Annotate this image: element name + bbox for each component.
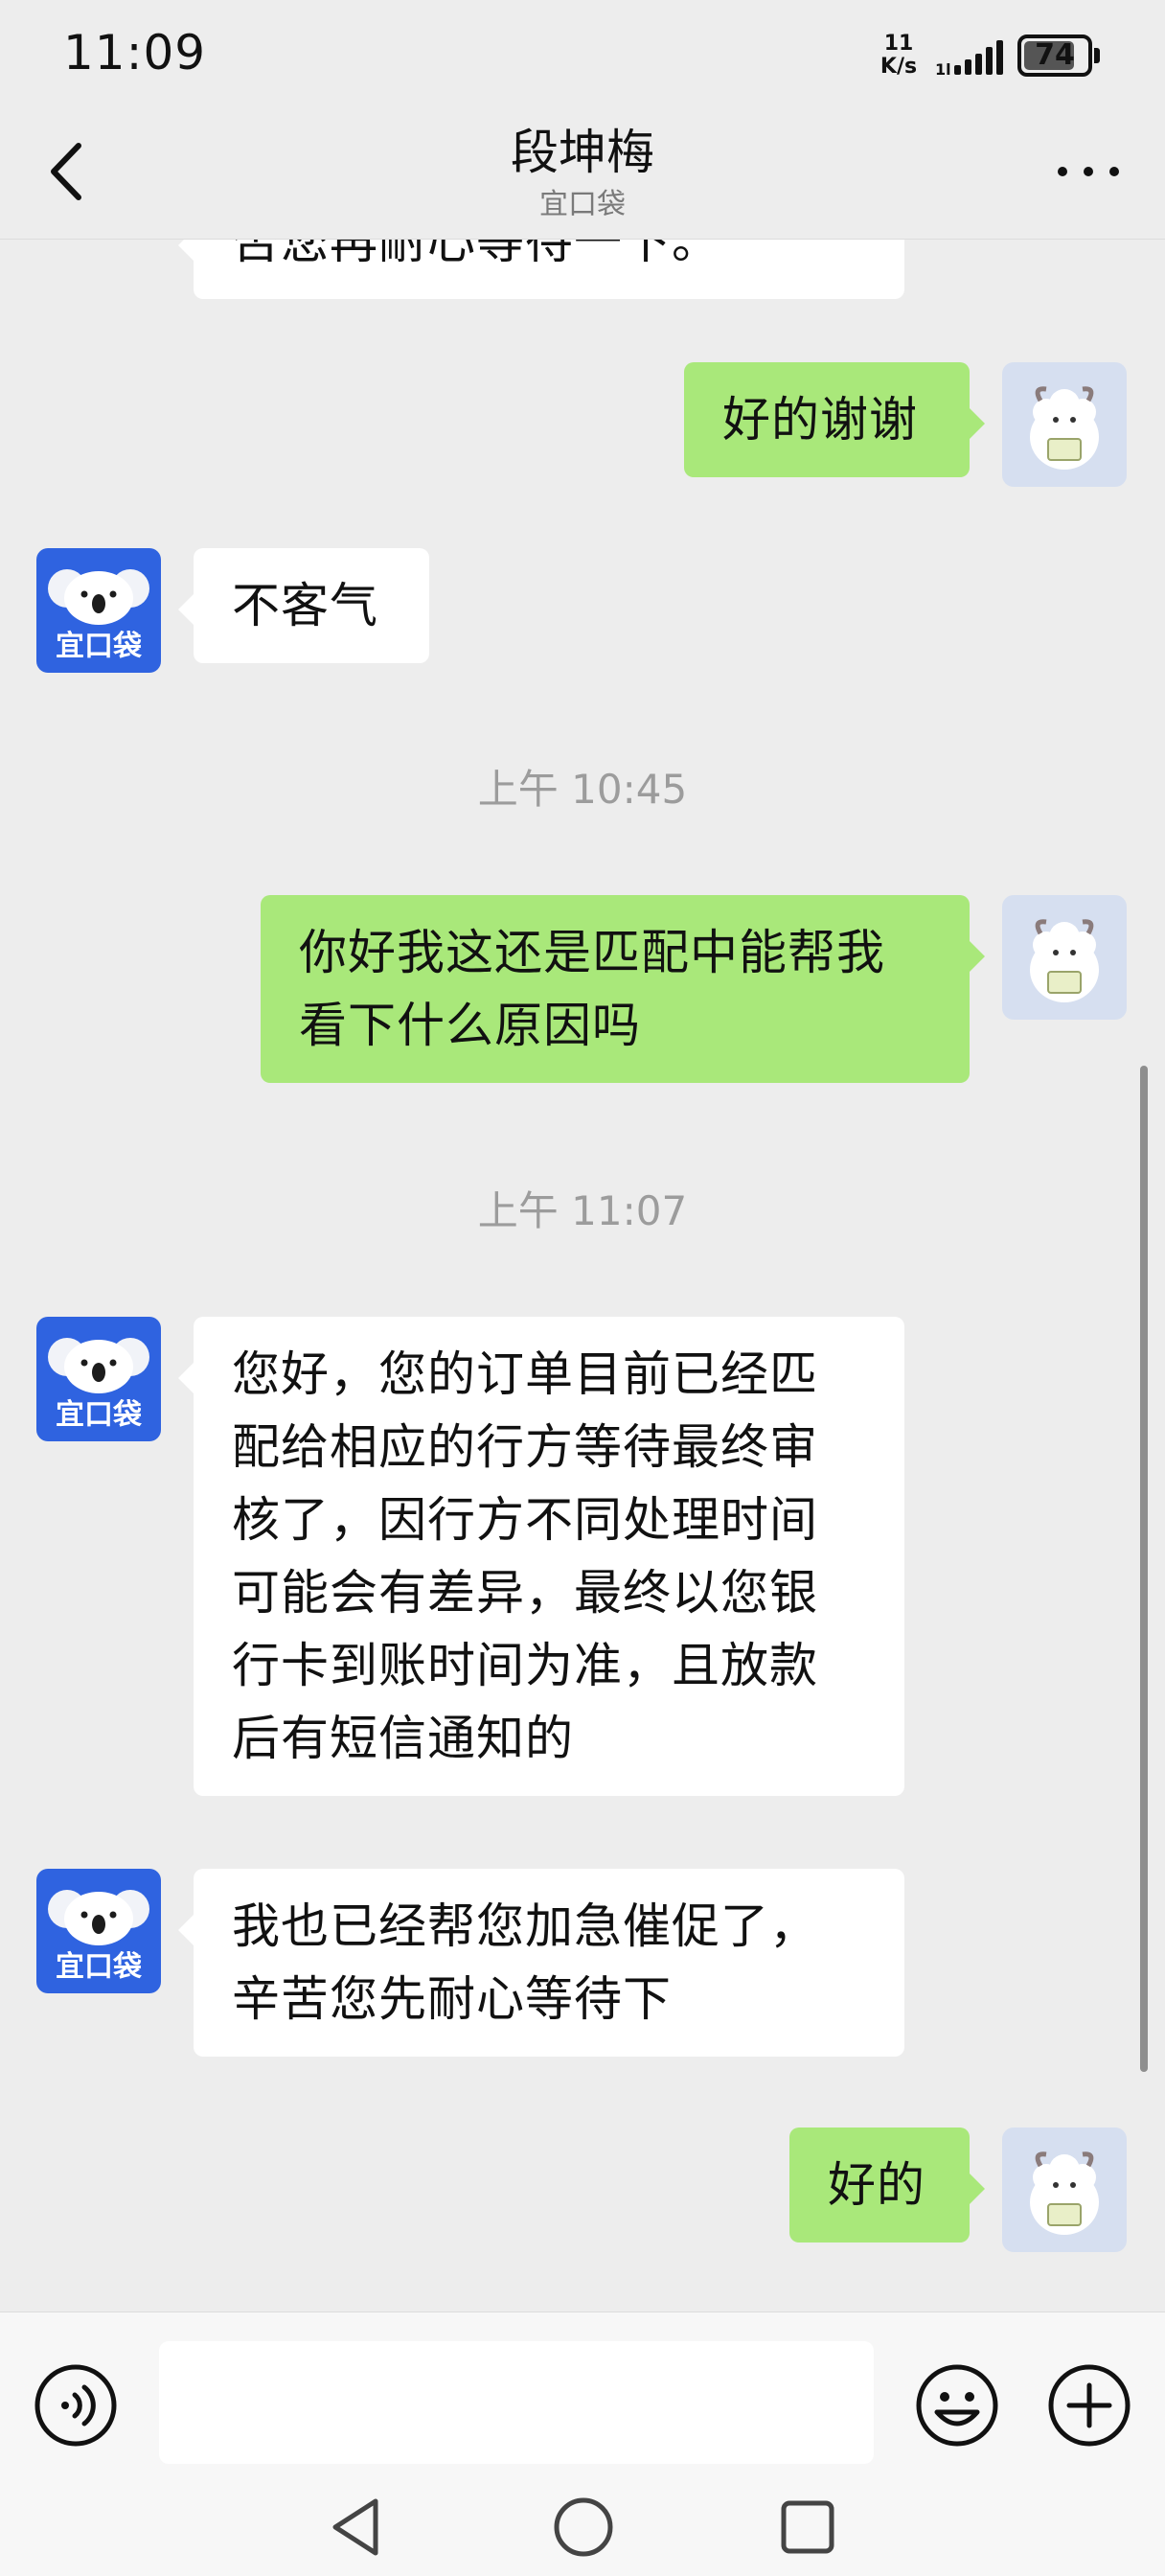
voice-icon[interactable] bbox=[33, 2362, 119, 2449]
koala-logo-label: 宜口袋 bbox=[56, 630, 142, 663]
system-navigation-bar bbox=[0, 2482, 1165, 2576]
triangle-back-icon[interactable] bbox=[324, 2494, 391, 2561]
network-speed-unit: K/s bbox=[879, 55, 918, 79]
koala-logo-icon: 宜口袋 bbox=[48, 569, 149, 663]
merchant-avatar[interactable]: 宜口袋 bbox=[36, 548, 161, 673]
sheep-avatar-icon bbox=[1030, 386, 1099, 470]
message-text: 好的 bbox=[828, 2157, 925, 2213]
svg-text:1l: 1l bbox=[935, 60, 951, 77]
chat-scrollbar[interactable] bbox=[1140, 1066, 1148, 2072]
emoji-icon[interactable] bbox=[914, 2362, 1000, 2449]
message-text: 否您再耐心等待一下。 bbox=[232, 240, 720, 269]
koala-logo-icon: 宜口袋 bbox=[48, 1338, 149, 1432]
battery-icon: 74 bbox=[1017, 34, 1092, 77]
message-bubble-incoming: 不客气 bbox=[178, 548, 429, 663]
chat-subtitle: 宜口袋 bbox=[539, 188, 626, 221]
merchant-avatar[interactable]: 宜口袋 bbox=[36, 1317, 161, 1441]
merchant-avatar[interactable]: 宜口袋 bbox=[36, 1869, 161, 1993]
koala-logo-label: 宜口袋 bbox=[56, 1950, 142, 1984]
square-recent-icon[interactable] bbox=[774, 2494, 841, 2561]
status-time: 11:09 bbox=[63, 25, 207, 80]
message-timestamp: 上午 11:07 bbox=[477, 1187, 688, 1234]
message-list[interactable]: 否您再耐心等待一下。 好的谢谢 宜口袋 不客气 上午 10:45 你好我这还是匹… bbox=[0, 240, 1165, 2310]
user-avatar[interactable] bbox=[1002, 895, 1127, 1020]
koala-logo-label: 宜口袋 bbox=[56, 1398, 142, 1432]
user-avatar[interactable] bbox=[1002, 2128, 1127, 2252]
network-speed: 11 K/s bbox=[878, 33, 920, 79]
header-title-block: 段坤梅 宜口袋 bbox=[287, 119, 878, 224]
battery-nub bbox=[1094, 48, 1100, 63]
message-bubble-incoming: 我也已经帮您加急催促了，辛苦您先耐心等待下 bbox=[178, 1869, 904, 2057]
battery-level: 74 bbox=[1035, 38, 1075, 72]
sheep-avatar-icon bbox=[1030, 919, 1099, 1002]
user-avatar[interactable] bbox=[1002, 362, 1127, 487]
status-bar: 11:09 11 K/s 1l 74 bbox=[0, 0, 1165, 105]
message-text: 好的谢谢 bbox=[722, 392, 918, 448]
network-speed-value: 11 bbox=[883, 32, 914, 56]
sheep-avatar-icon bbox=[1030, 2151, 1099, 2235]
message-bubble-incoming: 您好，您的订单目前已经匹配给相应的行方等待最终审核了，因行方不同处理时间可能会有… bbox=[178, 1317, 904, 1796]
message-bubble-incoming: 否您再耐心等待一下。 bbox=[178, 240, 904, 299]
back-icon[interactable] bbox=[38, 138, 96, 205]
more-icon[interactable] bbox=[1050, 151, 1127, 190]
message-bubble-outgoing: 你好我这还是匹配中能帮我看下什么原因吗 bbox=[261, 895, 985, 1083]
chat-title: 段坤梅 bbox=[511, 125, 654, 180]
message-text: 你好我这还是匹配中能帮我看下什么原因吗 bbox=[299, 925, 885, 1053]
koala-logo-icon: 宜口袋 bbox=[48, 1890, 149, 1984]
message-text: 不客气 bbox=[232, 578, 378, 633]
message-text: 您好，您的订单目前已经匹配给相应的行方等待最终审核了，因行方不同处理时间可能会有… bbox=[232, 1346, 818, 1766]
message-bubble-outgoing: 好的 bbox=[789, 2128, 985, 2242]
message-text: 我也已经帮您加急催促了，辛苦您先耐心等待下 bbox=[232, 1898, 818, 2027]
circle-home-icon[interactable] bbox=[550, 2494, 617, 2561]
message-input[interactable] bbox=[159, 2341, 874, 2464]
signal-icon: 1l bbox=[935, 40, 1003, 77]
input-bar bbox=[0, 2312, 1165, 2482]
plus-icon[interactable] bbox=[1046, 2362, 1132, 2449]
message-timestamp: 上午 10:45 bbox=[477, 766, 688, 813]
chat-header: 段坤梅 宜口袋 bbox=[0, 105, 1165, 240]
message-bubble-outgoing: 好的谢谢 bbox=[684, 362, 985, 477]
